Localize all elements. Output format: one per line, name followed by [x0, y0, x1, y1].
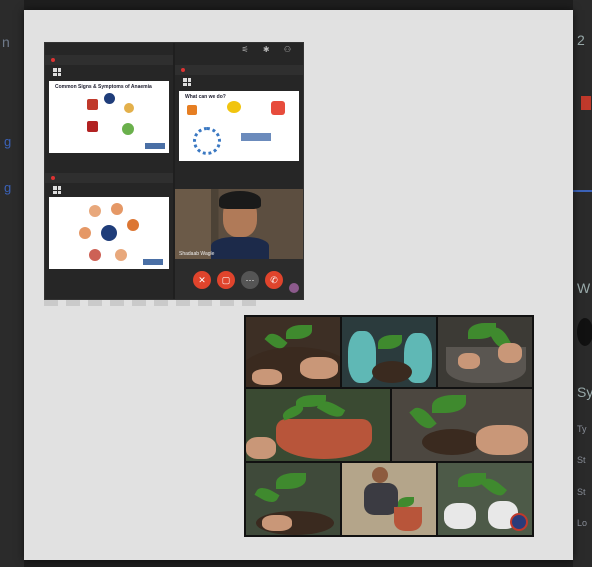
slide-graphic — [127, 219, 139, 231]
record-dot-icon — [51, 176, 55, 180]
grid-view-icon — [53, 186, 61, 194]
collage-photo — [438, 317, 532, 387]
record-dot-icon — [181, 68, 185, 72]
record-dot-icon — [51, 58, 55, 62]
grid-view-icon — [53, 68, 61, 76]
bg-text-fragment: W — [577, 280, 591, 296]
collage-photo — [342, 317, 436, 387]
slide-graphic — [89, 205, 101, 217]
slide-graphic — [89, 249, 101, 261]
slide-graphic — [271, 101, 285, 115]
grid-view-icon — [183, 78, 191, 86]
network-status-icons: ⚟ ✱ ⚇ — [241, 45, 297, 54]
background-app-left: n g g — [0, 0, 24, 567]
call-tile-slide-2: ⚟ ✱ ⚇ What can we do? — [175, 43, 303, 189]
bg-text-fragment: 2 — [577, 32, 585, 48]
bg-text-fragment: Sy — [577, 384, 592, 400]
logo-badge-icon — [510, 513, 528, 531]
bg-red-block — [581, 96, 591, 110]
slide-title: Common Signs & Symptoms of Anaemia — [55, 84, 152, 90]
collage-photo — [246, 317, 340, 387]
tile-toolbar — [175, 65, 303, 75]
call-tile-slide-3 — [45, 171, 173, 299]
call-tile-slide-1: Common Signs & Symptoms of Anaemia — [45, 43, 173, 171]
collage-photo — [438, 463, 532, 535]
collage-photo — [342, 463, 436, 535]
slide-graphic — [227, 101, 241, 113]
slide-graphic — [124, 103, 134, 113]
shared-slide — [49, 197, 169, 269]
tile-toolbar — [45, 55, 173, 65]
slide-logo — [143, 259, 163, 265]
tile-toolbar — [45, 173, 173, 183]
video-off-button[interactable]: ▢ — [217, 271, 235, 289]
more-button[interactable]: ⋯ — [241, 271, 259, 289]
slide-graphic — [111, 203, 123, 215]
slide-graphic — [101, 225, 117, 241]
bg-text-fragment: Lo — [577, 518, 588, 528]
shared-slide: What can we do? — [179, 91, 299, 161]
slide-logo — [145, 143, 165, 149]
participant-shirt — [211, 237, 269, 259]
slide-graphic — [79, 227, 91, 239]
slide-graphic — [104, 93, 115, 104]
bg-blue-line — [573, 190, 592, 192]
participant-hair — [219, 191, 261, 209]
bg-text-fragment: n — [2, 34, 10, 50]
gardening-photo-collage — [244, 315, 534, 537]
app-logo-icon — [289, 283, 299, 293]
background-app-right: 2 W Sy Ty St St Lo — [573, 0, 592, 567]
slide-graphic — [193, 127, 221, 155]
slide-graphic — [115, 249, 127, 261]
mic-off-button[interactable]: ✕ — [193, 271, 211, 289]
bg-avatar — [577, 318, 592, 346]
shared-slide: Common Signs & Symptoms of Anaemia — [49, 81, 169, 153]
slide-graphic — [187, 105, 197, 115]
collage-photo — [246, 389, 390, 461]
bg-text-fragment: Ty — [577, 424, 587, 434]
collage-photo — [246, 463, 340, 535]
image-viewer-sheet: Common Signs & Symptoms of Anaemia ⚟ ✱ ⚇… — [24, 10, 573, 560]
slide-graphic — [87, 99, 98, 110]
video-call-screenshot: Common Signs & Symptoms of Anaemia ⚟ ✱ ⚇… — [44, 42, 304, 300]
bg-link-fragment: g — [4, 134, 12, 149]
slide-logo — [241, 133, 271, 141]
bg-text-fragment: St — [577, 455, 586, 465]
slide-graphic — [122, 123, 134, 135]
call-tile-participant: Shadaab Wagle ✕ ▢ ⋯ ✆ — [175, 189, 303, 299]
slide-title: What can we do? — [185, 94, 226, 100]
blurred-caption — [44, 300, 264, 306]
slide-graphic — [87, 121, 98, 132]
collage-photo — [392, 389, 532, 461]
end-call-button[interactable]: ✆ — [265, 271, 283, 289]
bg-text-fragment: St — [577, 487, 586, 497]
bg-link-fragment: g — [4, 180, 12, 195]
